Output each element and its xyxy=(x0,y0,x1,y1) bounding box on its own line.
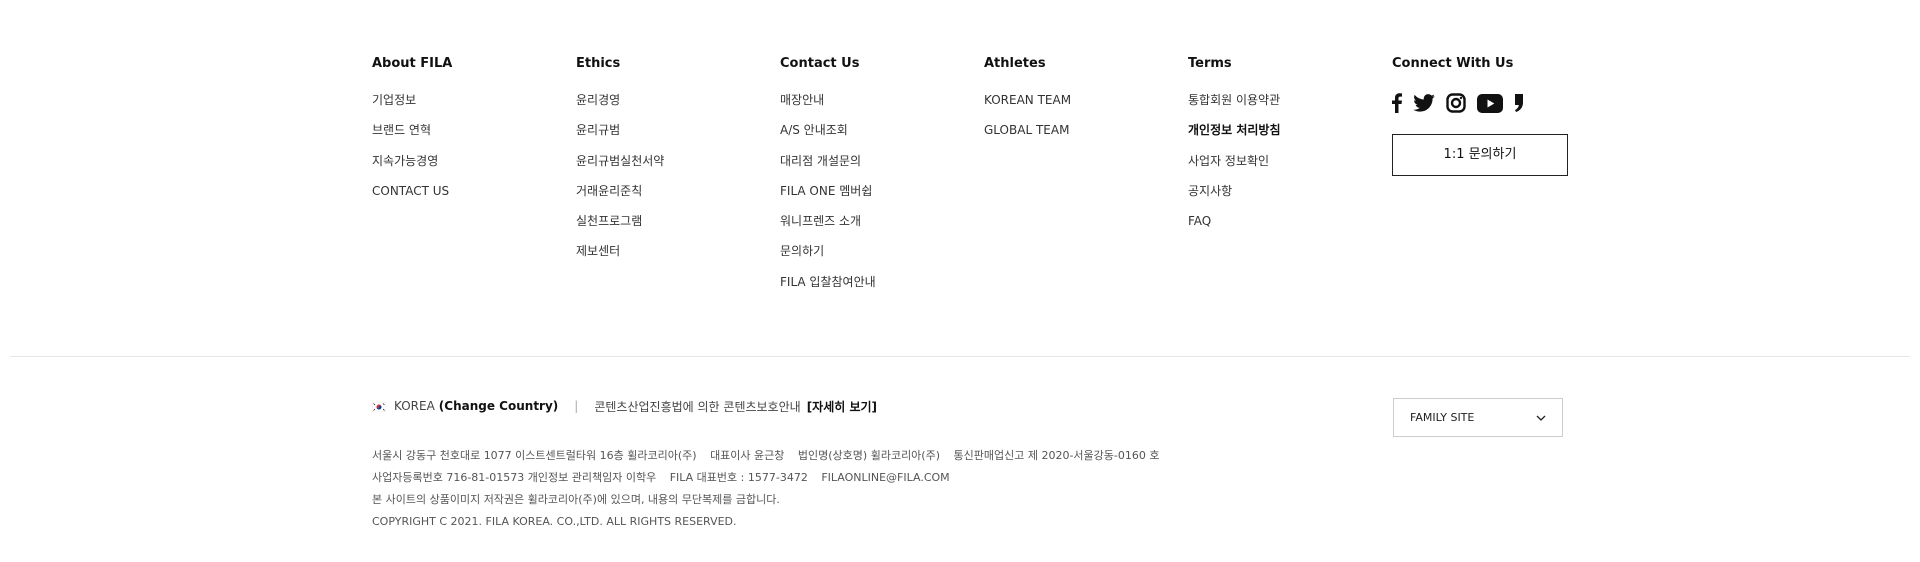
country-name: KOREA xyxy=(394,399,435,413)
link-company-info[interactable]: 기업정보 xyxy=(372,92,572,108)
country-row: KOREA (Change Country) | 콘텐츠산업진흥법에 의한 콘텐… xyxy=(371,398,877,415)
link-bidding-guide[interactable]: FILA 입찰참여안내 xyxy=(780,274,980,290)
social-icons xyxy=(1392,90,1592,116)
facebook-icon[interactable] xyxy=(1392,93,1402,113)
link-store-locator[interactable]: 매장안내 xyxy=(780,92,980,108)
content-protection-notice: 콘텐츠산업진흥법에 의한 콘텐츠보호안내 xyxy=(594,399,801,414)
column-heading: About FILA xyxy=(372,56,453,71)
link-franchise-inquiry[interactable]: 대리점 개설문의 xyxy=(780,153,980,169)
family-site-select[interactable]: FAMILY SITE xyxy=(1393,398,1563,437)
company-info: 서울시 강동구 천호대로 1077 이스트센트럴타워 16층 휠라코리아(주) … xyxy=(372,448,1160,536)
one-to-one-inquiry-button[interactable]: 1:1 문의하기 xyxy=(1392,134,1568,176)
separator: | xyxy=(574,399,579,413)
change-country-link[interactable]: (Change Country) xyxy=(439,399,558,413)
link-trade-ethics[interactable]: 거래윤리준칙 xyxy=(576,183,776,199)
column-heading: Ethics xyxy=(576,56,621,71)
link-ethics-pledge[interactable]: 윤리규범실천서약 xyxy=(576,153,776,169)
link-as-inquiry[interactable]: A/S 안내조회 xyxy=(780,122,980,138)
link-inquiry[interactable]: 문의하기 xyxy=(780,243,980,259)
chevron-down-icon xyxy=(1536,411,1546,424)
link-faq[interactable]: FAQ xyxy=(1188,213,1388,229)
link-korean-team[interactable]: KOREAN TEAM xyxy=(984,92,1184,108)
column-connect: Connect With Us 1:1 문의하기 xyxy=(1392,56,1592,176)
column-terms: Terms 통합회원 이용약관 개인정보 처리방침 사업자 정보확인 공지사항 … xyxy=(1188,56,1388,243)
blog-icon[interactable] xyxy=(1514,94,1524,112)
link-report-center[interactable]: 제보센터 xyxy=(576,243,776,259)
footer-divider xyxy=(10,356,1910,357)
twitter-icon[interactable] xyxy=(1413,94,1435,112)
link-sustainability[interactable]: 지속가능경영 xyxy=(372,153,572,169)
footer-link-columns: About FILA 기업정보 브랜드 연혁 지속가능경영 CONTACT US… xyxy=(372,56,1572,316)
column-athletes: Athletes KOREAN TEAM GLOBAL TEAM xyxy=(984,56,1184,153)
link-friends[interactable]: 워니프렌즈 소개 xyxy=(780,213,980,229)
column-heading: Connect With Us xyxy=(1392,56,1514,71)
link-notices[interactable]: 공지사항 xyxy=(1188,183,1388,199)
contact-email: FILAONLINE@FILA.COM xyxy=(821,471,950,484)
column-about-fila: About FILA 기업정보 브랜드 연혁 지속가능경영 CONTACT US xyxy=(372,56,572,213)
copyright-notice: 본 사이트의 상품이미지 저작권은 휠라코리아(주)에 있으며, 내용의 무단복… xyxy=(372,493,780,506)
link-membership[interactable]: FILA ONE 멤버쉽 xyxy=(780,183,980,199)
link-practice-program[interactable]: 실천프로그램 xyxy=(576,213,776,229)
column-heading: Contact Us xyxy=(780,56,860,71)
column-ethics: Ethics 윤리경영 윤리규범 윤리규범실천서약 거래윤리준칙 실천프로그램 … xyxy=(576,56,776,274)
link-ethics-code[interactable]: 윤리규범 xyxy=(576,122,776,138)
link-terms-of-use[interactable]: 통합회원 이용약관 xyxy=(1188,92,1388,108)
korea-flag-icon xyxy=(371,401,387,413)
mail-order-registration: 통신판매업신고 제 2020-서울강동-0160 호 xyxy=(953,449,1160,462)
company-info-line-2: 사업자등록번호 716-81-01573 개인정보 관리책임자 이학우 FILA… xyxy=(372,470,1160,486)
link-business-info[interactable]: 사업자 정보확인 xyxy=(1188,153,1388,169)
company-name: 법인명(상호명) 휠라코리아(주) xyxy=(797,449,941,462)
column-heading: Terms xyxy=(1188,56,1232,71)
company-info-line-1: 서울시 강동구 천호대로 1077 이스트센트럴타워 16층 휠라코리아(주) … xyxy=(372,448,1160,464)
link-privacy-policy[interactable]: 개인정보 처리방침 xyxy=(1188,122,1388,138)
company-address: 서울시 강동구 천호대로 1077 이스트센트럴타워 16층 휠라코리아(주) xyxy=(372,449,697,462)
link-ethics-management[interactable]: 윤리경영 xyxy=(576,92,776,108)
instagram-icon[interactable] xyxy=(1446,93,1466,113)
family-site-label: FAMILY SITE xyxy=(1410,411,1475,424)
youtube-icon[interactable] xyxy=(1477,93,1503,113)
link-brand-history[interactable]: 브랜드 연혁 xyxy=(372,122,572,138)
column-contact-us: Contact Us 매장안내 A/S 안내조회 대리점 개설문의 FILA O… xyxy=(780,56,980,304)
copyright-line: COPYRIGHT C 2021. FILA KOREA. CO.,LTD. A… xyxy=(372,515,737,528)
link-global-team[interactable]: GLOBAL TEAM xyxy=(984,122,1184,138)
customer-phone: FILA 대표번호 : 1577-3472 xyxy=(669,471,808,484)
column-heading: Athletes xyxy=(984,56,1046,71)
business-registration: 사업자등록번호 716-81-01573 개인정보 관리책임자 이학우 xyxy=(372,471,657,484)
link-contact-us[interactable]: CONTACT US xyxy=(372,183,572,199)
view-details-link[interactable]: [자세히 보기] xyxy=(807,398,877,415)
company-ceo: 대표이사 윤근창 xyxy=(710,449,785,462)
